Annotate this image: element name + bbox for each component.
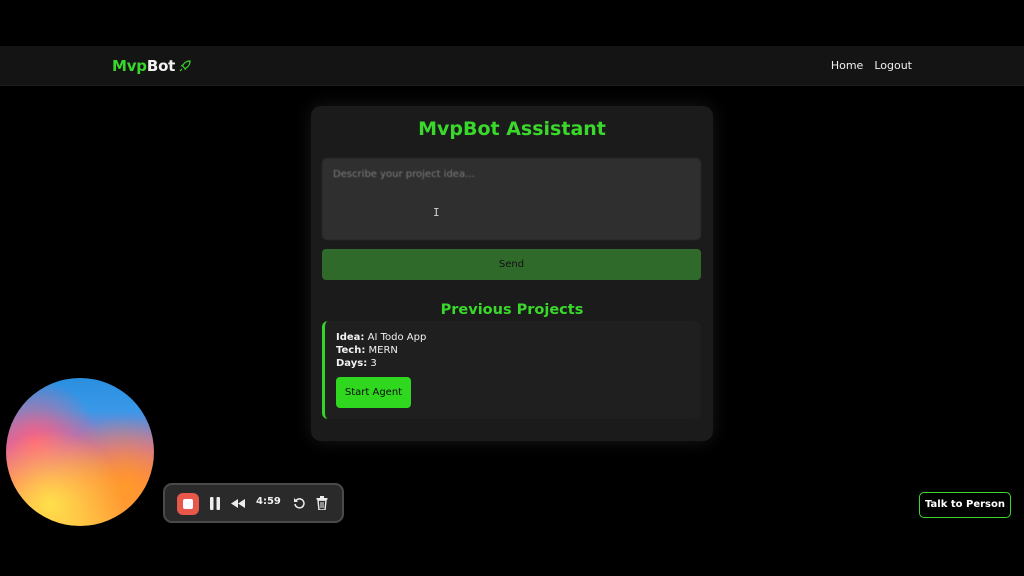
brand-prefix: Mvp: [112, 57, 147, 75]
project-days-row: Days: 3: [336, 358, 377, 369]
navbar: Mvp Bot Home Logout: [0, 46, 1024, 86]
start-agent-button[interactable]: Start Agent: [336, 377, 411, 408]
idea-label: Idea:: [336, 332, 365, 343]
recorder-bar: 4:59: [163, 483, 344, 523]
restart-icon[interactable]: [293, 497, 306, 510]
idea-value: AI Todo App: [367, 332, 427, 343]
previous-projects-title: Previous Projects: [440, 302, 584, 318]
days-label: Days:: [336, 358, 368, 369]
send-button[interactable]: Send: [322, 249, 701, 280]
rewind-icon[interactable]: [231, 499, 245, 508]
pause-icon[interactable]: [209, 497, 221, 510]
trash-icon[interactable]: [316, 496, 328, 510]
project-idea-placeholder: Describe your project idea...: [333, 169, 475, 180]
rocket-icon: [179, 60, 191, 72]
project-idea-row: Idea: AI Todo App: [336, 332, 426, 343]
stop-recording-button[interactable]: [177, 493, 199, 515]
brand-suffix: Bot: [146, 57, 176, 75]
assistant-card: MvpBot Assistant Describe your project i…: [311, 106, 713, 441]
assistant-orb: [6, 378, 154, 526]
text-cursor-icon: I: [433, 206, 440, 219]
brand-logo[interactable]: Mvp Bot: [112, 57, 191, 75]
project-card: Idea: AI Todo App Tech: MERN Days: 3 Sta…: [322, 321, 701, 419]
tech-label: Tech:: [336, 345, 366, 356]
days-value: 3: [370, 358, 377, 369]
page-title: MvpBot Assistant: [418, 118, 606, 140]
project-tech-row: Tech: MERN: [336, 345, 398, 356]
nav-logout-link[interactable]: Logout: [874, 59, 912, 72]
nav-home-link[interactable]: Home: [831, 59, 863, 72]
talk-to-person-button[interactable]: Talk to Person: [919, 492, 1011, 518]
tech-value: MERN: [368, 345, 398, 356]
nav-links: Home Logout: [831, 59, 912, 72]
recording-timer: 4:59: [256, 496, 281, 507]
project-idea-input[interactable]: Describe your project idea...: [322, 158, 701, 240]
